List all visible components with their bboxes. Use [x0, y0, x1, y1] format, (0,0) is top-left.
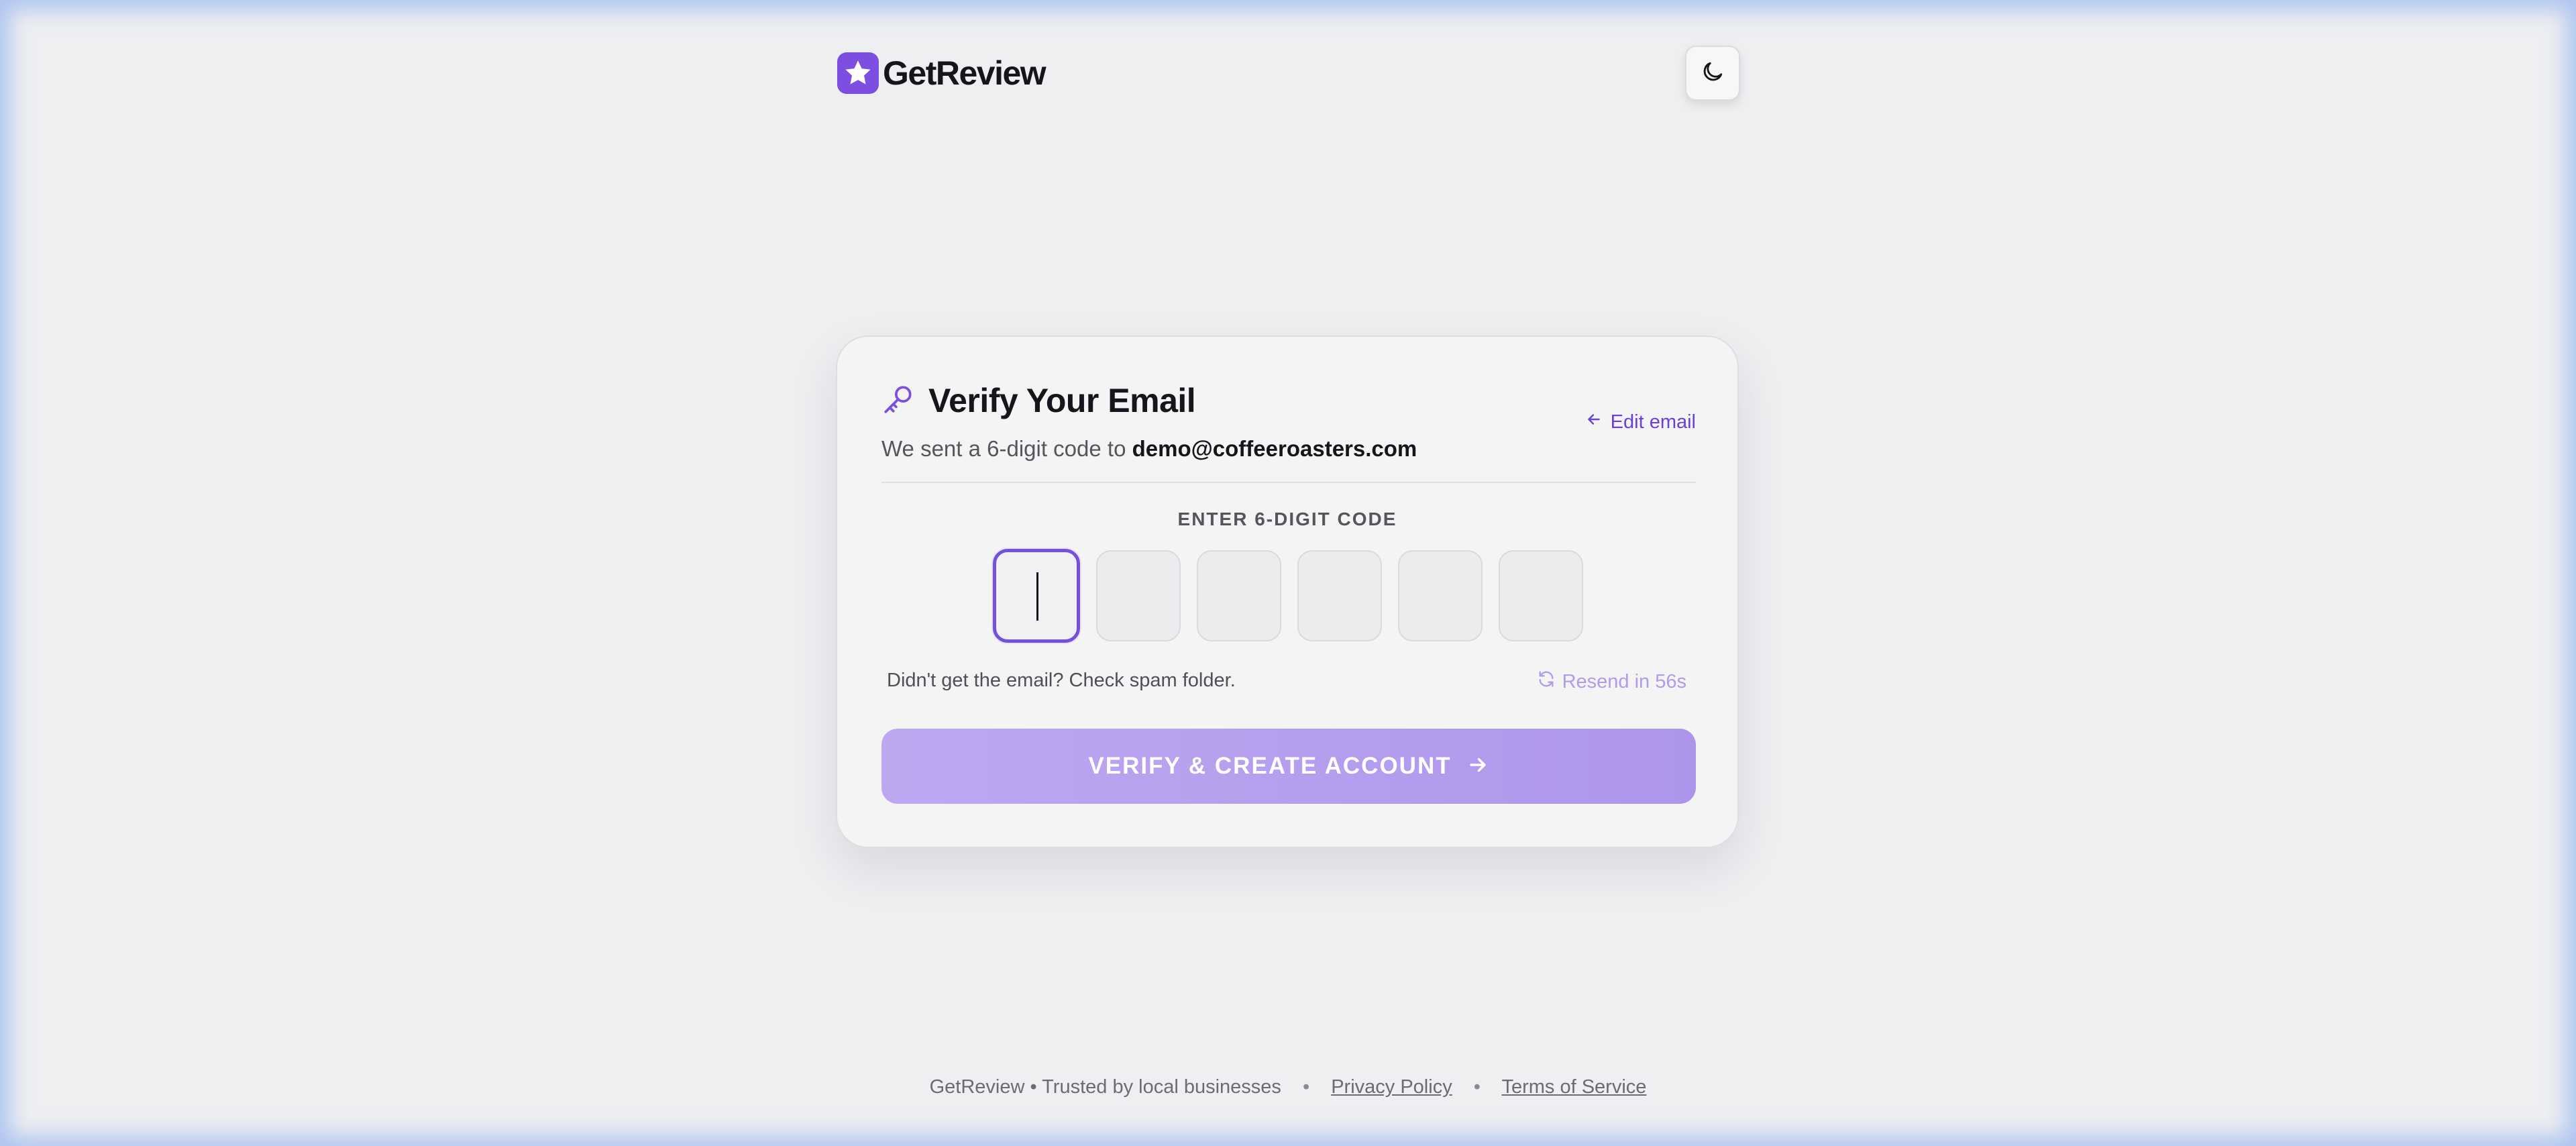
footer-tagline: GetReview • Trusted by local businesses	[929, 1076, 1281, 1098]
key-icon	[881, 382, 915, 419]
code-digit-1[interactable]	[993, 549, 1080, 643]
resend-label: Resend in 56s	[1562, 670, 1686, 692]
code-digit-6[interactable]	[1499, 550, 1583, 641]
code-label: ENTER 6-DIGIT CODE	[1177, 509, 1397, 529]
code-digit-4[interactable]	[1297, 550, 1382, 641]
refresh-icon	[1537, 670, 1556, 694]
arrow-left-icon	[1585, 411, 1603, 433]
code-digit-2[interactable]	[1096, 550, 1181, 641]
subtitle-prefix: We sent a 6-digit code to	[881, 436, 1126, 461]
theme-toggle-button[interactable]	[1685, 46, 1740, 101]
footer-separator: •	[1302, 1076, 1310, 1098]
header: GetReview	[837, 44, 1740, 106]
terms-of-service-link[interactable]: Terms of Service	[1501, 1076, 1646, 1098]
privacy-policy-link[interactable]: Privacy Policy	[1331, 1076, 1452, 1098]
code-digit-3[interactable]	[1197, 550, 1281, 641]
verify-email-card: Verify Your Email We sent a 6-digit code…	[836, 335, 1739, 848]
code-digit-5[interactable]	[1398, 550, 1483, 641]
edit-email-label: Edit email	[1610, 411, 1696, 433]
star-icon	[837, 52, 879, 94]
edit-email-link[interactable]: Edit email	[1585, 411, 1696, 433]
target-email: demo@coffeeroasters.com	[1132, 436, 1417, 461]
spam-hint: Didn't get the email? Check spam folder.	[887, 670, 1236, 691]
moon-icon	[1701, 60, 1725, 87]
card-header: Verify Your Email We sent a 6-digit code…	[881, 381, 1696, 483]
title-row: Verify Your Email	[881, 381, 1196, 420]
verify-create-account-button[interactable]: VERIFY & CREATE ACCOUNT	[881, 729, 1696, 804]
verify-button-label: VERIFY & CREATE ACCOUNT	[1088, 753, 1452, 779]
footer-separator: •	[1473, 1076, 1481, 1098]
card-title: Verify Your Email	[928, 382, 1196, 419]
code-input-group	[993, 549, 1583, 643]
page: GetReview Verify Your Email We sent a 6-…	[0, 0, 2576, 1146]
footer: GetReview • Trusted by local businesses …	[0, 1076, 2576, 1098]
brand-logo[interactable]: GetReview	[837, 52, 1046, 94]
brand-name: GetReview	[883, 54, 1046, 92]
arrow-right-icon	[1466, 753, 1489, 780]
card-subtitle: We sent a 6-digit code to demo@coffeeroa…	[881, 436, 1417, 462]
resend-code-button[interactable]: Resend in 56s	[1537, 670, 1686, 694]
text-caret	[1036, 572, 1038, 621]
